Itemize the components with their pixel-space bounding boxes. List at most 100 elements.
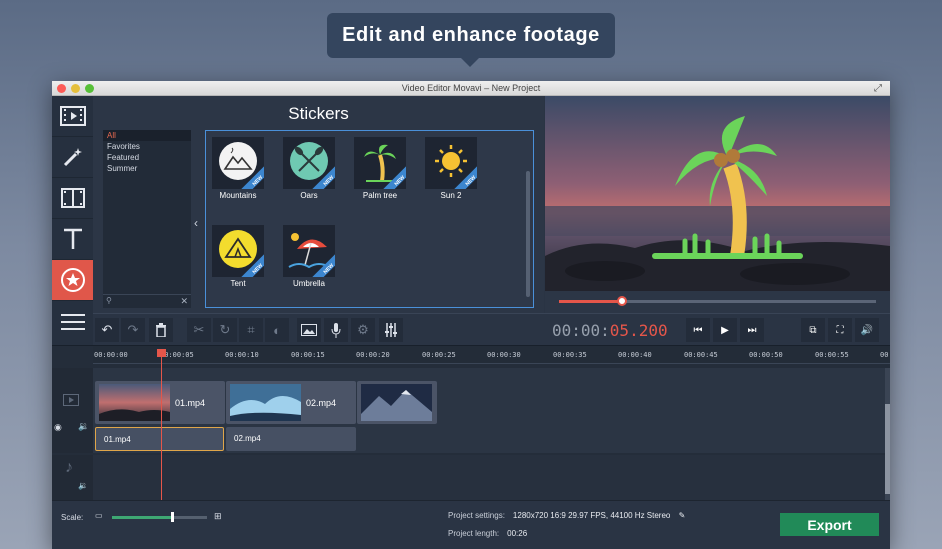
cut-button[interactable]: ✂ [187, 318, 211, 342]
tick-label: 00:00:20 [356, 351, 390, 359]
volume-button[interactable]: 🔊 [855, 318, 879, 342]
crop-button[interactable]: ⌗ [239, 318, 263, 342]
audio-clip[interactable]: 02.mp4 [226, 427, 356, 451]
app-window: Video Editor Movavi – New Project ⤢ Stic… [52, 81, 890, 549]
play-button[interactable]: ▶ [713, 318, 737, 342]
sticker-tent[interactable]: NEW Tent [208, 225, 268, 288]
length-value: 00:26 [507, 529, 528, 538]
music-track-header: ♪ 🔉 [52, 455, 93, 501]
category-favorites[interactable]: Favorites [103, 141, 191, 152]
category-summer[interactable]: Summer [103, 163, 191, 174]
tick-label: 00:00:30 [487, 351, 521, 359]
tick-label: 00:00:00 [94, 351, 128, 359]
category-all[interactable]: All [103, 130, 191, 141]
image-button[interactable] [297, 318, 321, 342]
rotate-button[interactable]: ↻ [213, 318, 237, 342]
sticker-label: Tent [230, 279, 246, 288]
video-import-icon [59, 106, 86, 126]
previous-button[interactable]: ⏮ [686, 318, 710, 342]
sticker-label: Palm tree [362, 191, 398, 200]
zoom-in-icon[interactable]: ⊞ [214, 511, 222, 522]
clear-search-icon[interactable]: ✕ [180, 296, 188, 307]
tick-label: 00:0 [880, 351, 890, 359]
scale-fill [112, 516, 171, 519]
playback-progress-bar[interactable] [545, 291, 890, 313]
playhead-line[interactable] [161, 351, 162, 501]
video-track-header: ◉ 🔉 [52, 368, 93, 453]
video-clip[interactable]: 01.mp4 [95, 381, 225, 424]
equalizer-icon [385, 323, 397, 337]
track-volume-icon[interactable]: 🔉 [78, 421, 89, 432]
video-clip[interactable] [357, 381, 437, 424]
timeline-scrollbar[interactable] [885, 368, 890, 501]
timeline-ruler[interactable]: 00:00:00 00:00:05 00:00:10 00:00:15 00:0… [93, 346, 890, 364]
tick-label: 00:00:25 [422, 351, 456, 359]
tick-label: 00:00:15 [291, 351, 325, 359]
editing-toolbar: ↶ ↷ ✂ ↻ ⌗ ◐ ⚙ 00:00:05.200 ⏮ ▶ ⏭ ⧉ ⛶ 🔊 [93, 313, 890, 345]
sticker-oars[interactable]: NEW Oars [279, 137, 339, 200]
sticker-scrollbar[interactable] [526, 171, 530, 297]
edit-pencil-icon[interactable]: ✎ [679, 511, 686, 520]
visibility-eye-icon[interactable]: ◉ [54, 422, 62, 433]
microphone-icon [331, 322, 341, 338]
export-button[interactable]: Export [780, 513, 879, 536]
external-window-icon: ⧉ [809, 324, 817, 336]
collapse-panel-chevron-icon[interactable]: ‹ [194, 216, 198, 230]
import-media-button[interactable] [52, 96, 93, 137]
progress-track[interactable] [559, 296, 876, 306]
category-search-input[interactable]: ⚲ ✕ [103, 294, 191, 308]
video-clip[interactable]: 02.mp4 [226, 381, 356, 424]
settings-button[interactable]: ⚙ [351, 318, 375, 342]
transitions-icon [60, 188, 85, 208]
fullscreen-icon[interactable]: ⤢ [874, 83, 882, 94]
length-label: Project length: [448, 529, 500, 538]
delete-button[interactable] [149, 318, 173, 342]
oars-thumb: NEW [283, 137, 335, 189]
scale-knob[interactable] [170, 512, 174, 522]
clip-thumbnail [230, 384, 301, 421]
settings-value: 1280x720 16:9 29.97 FPS, 44100 Hz Stereo [512, 511, 671, 520]
stickers-title: Stickers [288, 104, 349, 123]
sticker-grid: NEW Mountains NEW Oars NEW Palm tree NEW… [205, 130, 534, 308]
project-settings: Project settings: 1280x720 16:9 29.97 FPS… [448, 511, 685, 520]
tick-label: 00:00:50 [749, 351, 783, 359]
next-button[interactable]: ⏭ [740, 318, 764, 342]
project-length: Project length: 00:26 [448, 529, 527, 538]
timecode-accent: 05.200 [609, 321, 668, 340]
more-tools-button[interactable] [52, 301, 93, 342]
mountains-thumb: NEW [212, 137, 264, 189]
sticker-mountains[interactable]: NEW Mountains [208, 137, 268, 200]
fullscreen-button[interactable]: ⛶ [828, 318, 852, 342]
audio-clip[interactable]: 01.mp4 [95, 427, 224, 451]
record-audio-button[interactable] [324, 318, 348, 342]
footer-bar: Scale: ▭ ⊞ Project settings: 1280x720 16:… [52, 500, 890, 549]
progress-fill [559, 300, 623, 303]
sticker-umbrella[interactable]: NEW Umbrella [279, 225, 339, 288]
sticker-palm-tree[interactable]: NEW Palm tree [350, 137, 410, 200]
transitions-button[interactable] [52, 178, 93, 219]
stickers-panel: Stickers All Favorites Featured Summer ⚲… [93, 96, 544, 313]
timeline-scroll-thumb[interactable] [885, 404, 890, 494]
stickers-button[interactable] [52, 260, 93, 301]
filters-button[interactable] [52, 137, 93, 178]
color-adjust-button[interactable]: ◐ [265, 318, 289, 342]
redo-button[interactable]: ↷ [121, 318, 145, 342]
scale-slider[interactable] [112, 512, 207, 522]
titles-button[interactable] [52, 219, 93, 260]
undo-button[interactable]: ↶ [95, 318, 119, 342]
tent-thumb: NEW [212, 225, 264, 277]
clip-thumbnail [361, 384, 432, 421]
tick-label: 00:00:35 [553, 351, 587, 359]
progress-knob[interactable] [617, 296, 628, 306]
clip-label: 02.mp4 [234, 434, 261, 443]
search-icon: ⚲ [106, 296, 112, 305]
music-note-icon: ♪ [65, 459, 73, 476]
popout-button[interactable]: ⧉ [801, 318, 825, 342]
equalizer-button[interactable] [379, 318, 403, 342]
play-icon: ▶ [721, 324, 729, 336]
timecode-main: 00:00: [552, 321, 610, 340]
sticker-sun-2[interactable]: NEW Sun 2 [421, 137, 481, 200]
music-volume-icon[interactable]: 🔉 [78, 481, 88, 490]
zoom-out-icon[interactable]: ▭ [95, 511, 103, 520]
category-featured[interactable]: Featured [103, 152, 191, 163]
